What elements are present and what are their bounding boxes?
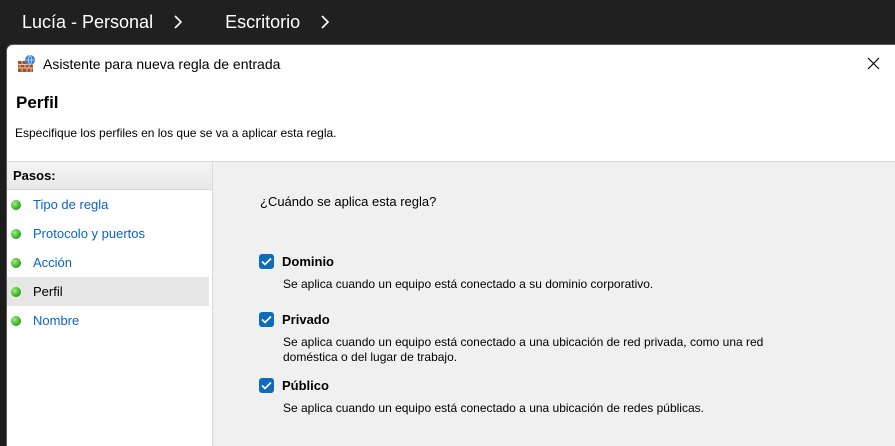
wizard-body: Pasos: Tipo de regla Protocolo y puertos… [7, 162, 895, 446]
steps-pane: Pasos: Tipo de regla Protocolo y puertos… [7, 162, 213, 446]
chevron-right-icon[interactable] [314, 0, 336, 44]
chevron-right-icon[interactable] [167, 0, 189, 44]
step-status-icon [11, 315, 21, 326]
firewall-icon [17, 54, 37, 74]
step-status-icon [11, 199, 21, 210]
question-text: ¿Cuándo se aplica esta regla? [260, 194, 437, 209]
profile-option-dominio: Dominio Se aplica cuando un equipo está … [259, 254, 783, 292]
privado-label[interactable]: Privado [282, 312, 330, 327]
checkmark-icon [261, 381, 272, 390]
steps-heading: Pasos: [7, 162, 212, 190]
step-label: Tipo de regla [33, 197, 109, 212]
profile-option-publico: Público Se aplica cuando un equipo está … [259, 378, 783, 416]
step-label: Protocolo y puertos [33, 226, 146, 241]
profile-option-privado: Privado Se aplica cuando un equipo está … [259, 312, 783, 365]
step-accion[interactable]: Acción [7, 248, 209, 277]
step-status-icon [11, 257, 21, 268]
step-tipo-de-regla[interactable]: Tipo de regla [7, 190, 209, 219]
page-description: Especifique los perfiles en los que se v… [15, 126, 337, 140]
step-label: Perfil [33, 284, 63, 299]
publico-description: Se aplica cuando un equipo está conectad… [283, 401, 704, 415]
wizard-header: Perfil Especifique los perfiles en los q… [7, 82, 895, 162]
dominio-description: Se aplica cuando un equipo está conectad… [283, 277, 654, 291]
step-nombre[interactable]: Nombre [7, 306, 209, 335]
checkmark-icon [261, 257, 272, 266]
step-status-icon [11, 286, 21, 297]
content-pane: ¿Cuándo se aplica esta regla? Dominio Se… [214, 162, 895, 446]
page-title: Perfil [16, 93, 59, 112]
title-bar[interactable]: Asistente para nueva regla de entrada [7, 45, 895, 82]
wizard-window: Asistente para nueva regla de entrada Pe… [6, 44, 895, 446]
explorer-breadcrumb-bar: Lucía - Personal Escritorio [0, 0, 895, 44]
privado-description: Se aplica cuando un equipo está conectad… [283, 335, 764, 364]
breadcrumb-item-desktop[interactable]: Escritorio [203, 12, 300, 33]
publico-checkbox[interactable] [259, 378, 274, 393]
dominio-label[interactable]: Dominio [282, 254, 334, 269]
close-button[interactable] [851, 45, 895, 82]
breadcrumb-item-user[interactable]: Lucía - Personal [0, 12, 153, 33]
dominio-checkbox[interactable] [259, 254, 274, 269]
step-status-icon [11, 228, 21, 239]
step-label: Nombre [33, 313, 80, 328]
publico-label[interactable]: Público [282, 378, 329, 393]
step-label: Acción [33, 255, 73, 270]
close-icon [867, 57, 879, 70]
privado-checkbox[interactable] [259, 312, 274, 327]
window-title: Asistente para nueva regla de entrada [43, 55, 281, 72]
checkmark-icon [261, 315, 272, 324]
step-perfil[interactable]: Perfil [7, 277, 209, 306]
step-protocolo-y-puertos[interactable]: Protocolo y puertos [7, 219, 209, 248]
